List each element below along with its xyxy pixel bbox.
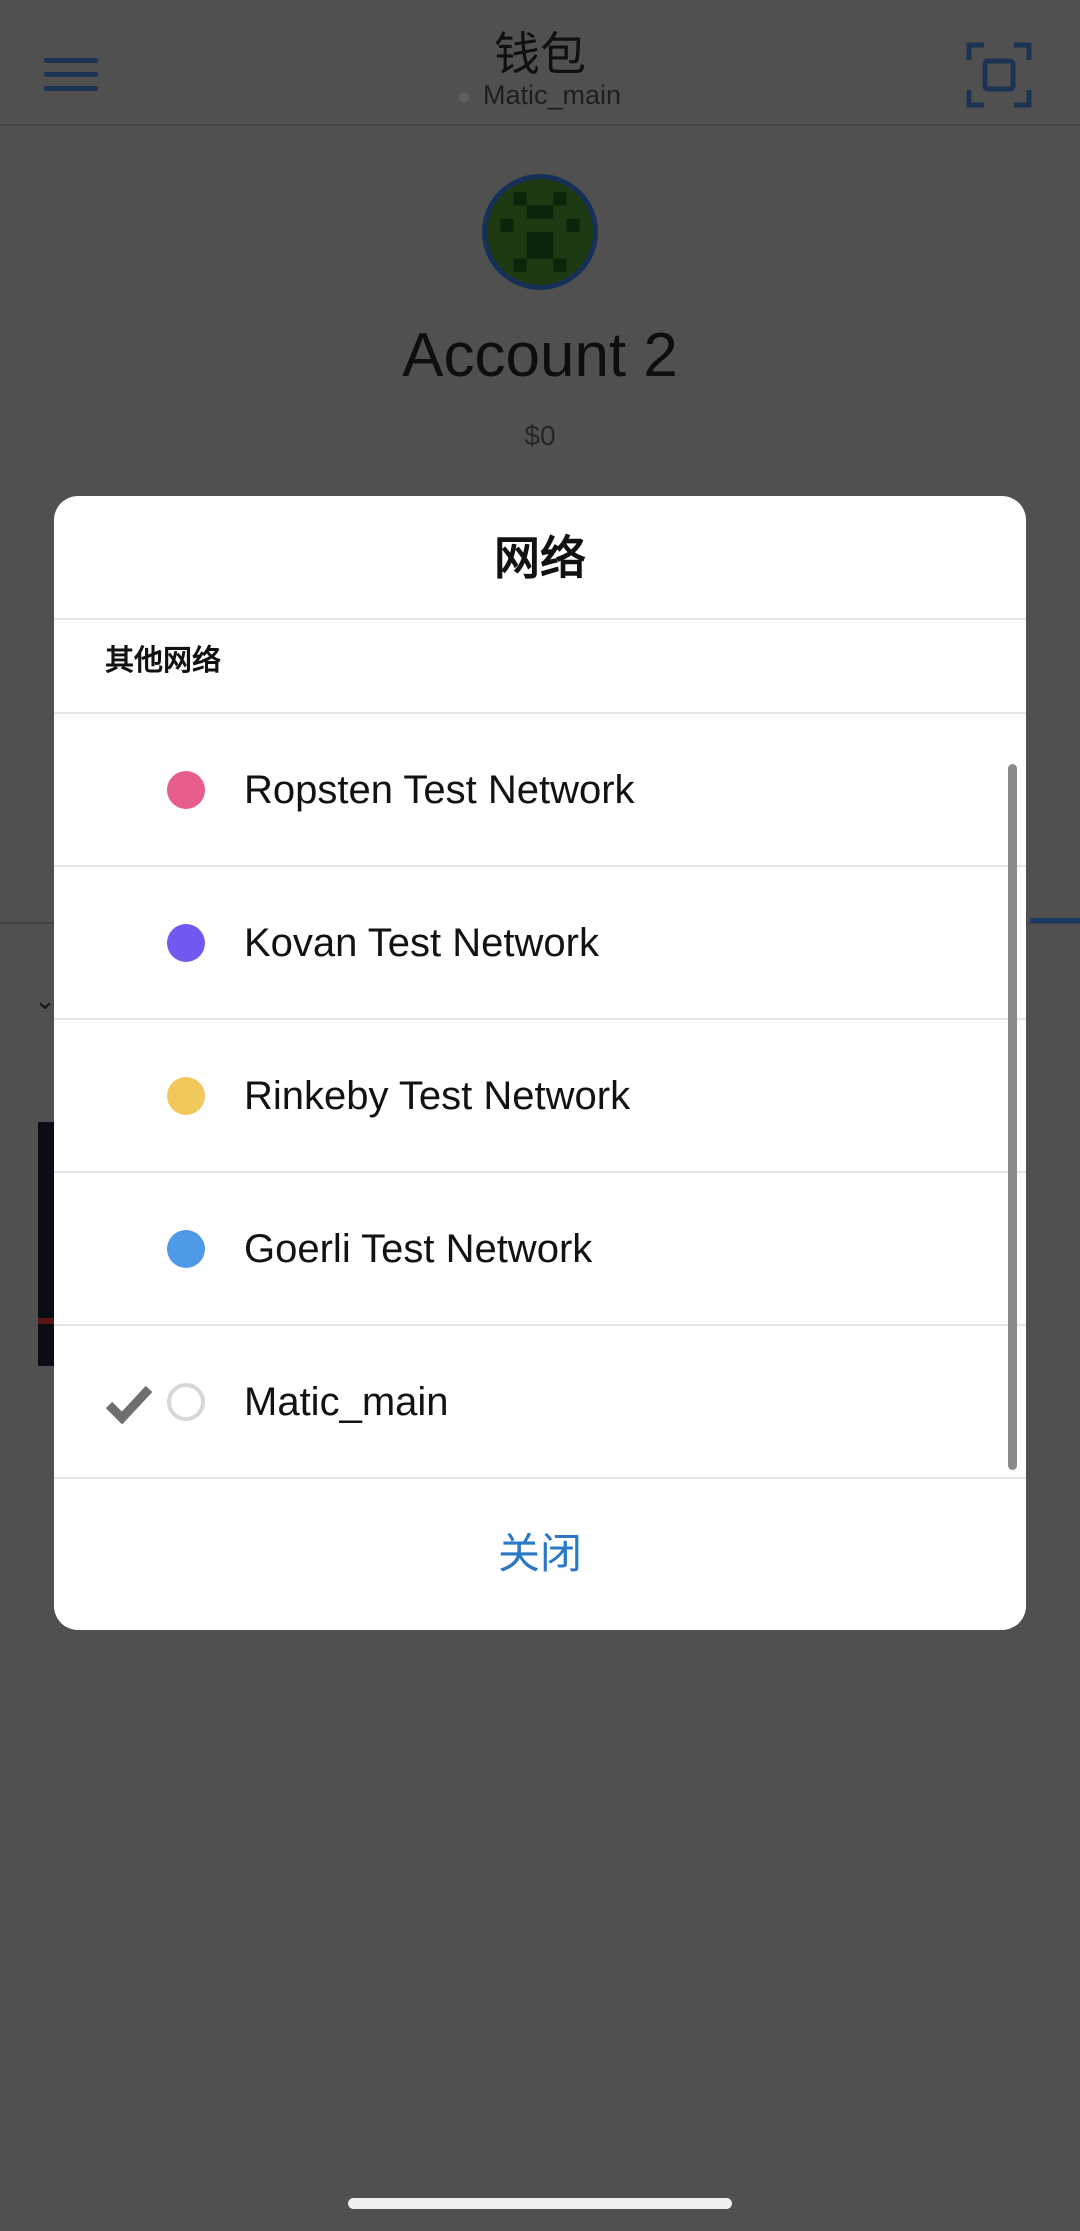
- home-indicator[interactable]: [348, 2198, 732, 2209]
- chevron-down-icon[interactable]: ⌄: [34, 986, 56, 1016]
- network-color-dot-icon: [167, 771, 205, 809]
- network-item-goerli[interactable]: Goerli Test Network: [54, 1173, 1026, 1326]
- scrollbar[interactable]: [1008, 764, 1017, 1470]
- section-header-other-networks: 其他网络: [54, 620, 1026, 714]
- checkmark-icon: [106, 1385, 152, 1424]
- modal-title: 网络: [54, 496, 1026, 620]
- network-item-kovan[interactable]: Kovan Test Network: [54, 867, 1026, 1020]
- network-color-dot-icon: [167, 1077, 205, 1115]
- identicon-icon: [487, 179, 593, 285]
- network-name: Matic_main: [482, 80, 622, 110]
- account-name[interactable]: Account 2: [0, 320, 1080, 391]
- network-item-ropsten[interactable]: Ropsten Test Network: [54, 714, 1026, 867]
- app-header: 钱包 Matic_main: [0, 0, 1080, 126]
- network-color-dot-icon: [167, 924, 205, 962]
- network-color-dot-icon: [167, 1230, 205, 1268]
- network-item-rinkeby[interactable]: Rinkeby Test Network: [54, 1020, 1026, 1173]
- page-title: 钱包: [494, 27, 586, 81]
- network-color-dot-icon: [167, 1383, 205, 1421]
- network-modal: 网络 其他网络 Ropsten Test Network Kovan Test …: [54, 496, 1026, 1630]
- account-balance: $0: [524, 420, 556, 451]
- network-item-matic-main[interactable]: Matic_main: [54, 1326, 1026, 1479]
- network-name: Kovan Test Network: [244, 921, 599, 965]
- account-avatar[interactable]: [482, 174, 598, 290]
- network-indicator[interactable]: Matic_main: [0, 80, 1080, 111]
- network-name: Matic_main: [244, 1380, 449, 1424]
- network-name: Rinkeby Test Network: [244, 1074, 631, 1118]
- network-name: Goerli Test Network: [244, 1227, 593, 1271]
- network-name: Ropsten Test Network: [244, 768, 635, 812]
- close-button[interactable]: 关闭: [54, 1478, 1026, 1630]
- tab-active-indicator: [1030, 918, 1080, 923]
- network-dot-icon: [458, 91, 469, 102]
- network-list: Ropsten Test Network Kovan Test Network …: [54, 714, 1026, 1479]
- qr-scan-icon[interactable]: [966, 42, 1032, 108]
